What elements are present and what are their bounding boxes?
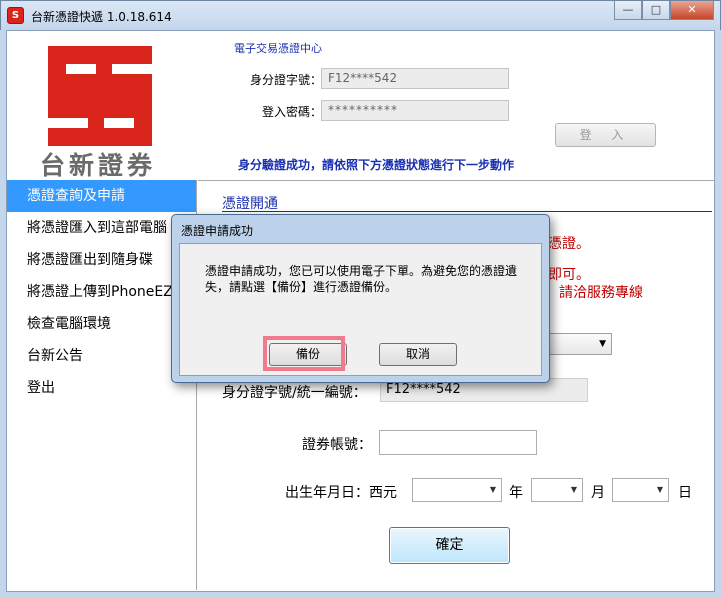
- brand-name: 台新證券: [40, 151, 157, 180]
- center-title: 電子交易憑證中心: [234, 42, 322, 55]
- login-button[interactable]: 登 入: [555, 123, 656, 147]
- birth-month-select[interactable]: [531, 478, 583, 502]
- window-frame-bottom: [0, 592, 721, 598]
- day-unit: 日: [678, 485, 692, 501]
- sidebar-item-import-cert[interactable]: 將憑證匯入到這部電腦: [7, 212, 196, 244]
- sidebar: 憑證查詢及申請 將憑證匯入到這部電腦 將憑證匯出到隨身碟 將憑證上傳到Phone…: [7, 180, 197, 590]
- close-button[interactable]: ✕: [670, 1, 714, 20]
- chevron-down-icon: ▼: [599, 339, 606, 349]
- birth-day-select[interactable]: [612, 478, 669, 502]
- login-id-field[interactable]: F12****542: [321, 68, 509, 89]
- sidebar-item-export-usb[interactable]: 將憑證匯出到隨身碟: [7, 244, 196, 276]
- taishin-logo-icon: [48, 46, 152, 146]
- backup-highlight-frame: [263, 336, 345, 371]
- sidebar-item-check-env[interactable]: 檢查電腦環境: [7, 308, 196, 340]
- login-password-field[interactable]: **********: [321, 100, 509, 121]
- birth-year-select[interactable]: [412, 478, 502, 502]
- title-bar: S 台新憑證快遞 1.0.18.614 — □ ✕: [0, 0, 721, 30]
- status-message: 身分驗證成功，請依照下方憑證狀態進行下一步動作: [238, 158, 515, 172]
- confirm-button[interactable]: 確定: [389, 527, 510, 564]
- notice-line-3: ，請洽服務專線: [545, 285, 643, 301]
- month-unit: 月: [591, 485, 605, 501]
- window-frame-right: [715, 30, 721, 598]
- section-underline: [222, 211, 712, 212]
- form-id-label: 身分證字號/統一編號：: [222, 385, 367, 401]
- notice-line-1: 憑證。: [548, 236, 590, 252]
- success-dialog: 憑證申請成功 憑證申請成功，您已可以使用電子下單。為避免您的憑證遺失，請點選【備…: [171, 214, 550, 383]
- notice-line-2: 即可。: [548, 267, 590, 283]
- sidebar-item-upload-phoneez[interactable]: 將憑證上傳到PhoneEZ: [7, 276, 196, 308]
- dialog-body: 憑證申請成功，您已可以使用電子下單。為避免您的憑證遺失，請點選【備份】進行憑證備…: [179, 243, 542, 376]
- id-label: 身分證字號：: [250, 73, 323, 87]
- minimize-button[interactable]: —: [614, 1, 642, 20]
- cancel-button[interactable]: 取消: [379, 343, 457, 366]
- sidebar-item-cert-query[interactable]: 憑證查詢及申請: [7, 180, 196, 212]
- cert-type-dropdown[interactable]: ▼: [544, 333, 612, 355]
- account-input[interactable]: [379, 430, 537, 455]
- section-title: 憑證開通: [222, 196, 278, 212]
- dialog-message: 憑證申請成功，您已可以使用電子下單。為避免您的憑證遺失，請點選【備份】進行憑證備…: [205, 264, 518, 294]
- year-unit: 年: [509, 485, 523, 501]
- dialog-title: 憑證申請成功: [181, 224, 254, 238]
- sidebar-item-logout[interactable]: 登出: [7, 372, 196, 404]
- header-divider: [198, 180, 715, 181]
- password-label: 登入密碼：: [262, 105, 323, 119]
- maximize-button[interactable]: □: [642, 1, 670, 20]
- form-account-label: 證券帳號：: [302, 437, 372, 453]
- window-title: 台新憑證快遞 1.0.18.614: [31, 10, 172, 24]
- app-icon: S: [7, 7, 24, 24]
- sidebar-item-announcements[interactable]: 台新公告: [7, 340, 196, 372]
- birthday-label: 出生年月日：西元: [285, 485, 397, 501]
- window-controls: — □ ✕: [614, 1, 714, 21]
